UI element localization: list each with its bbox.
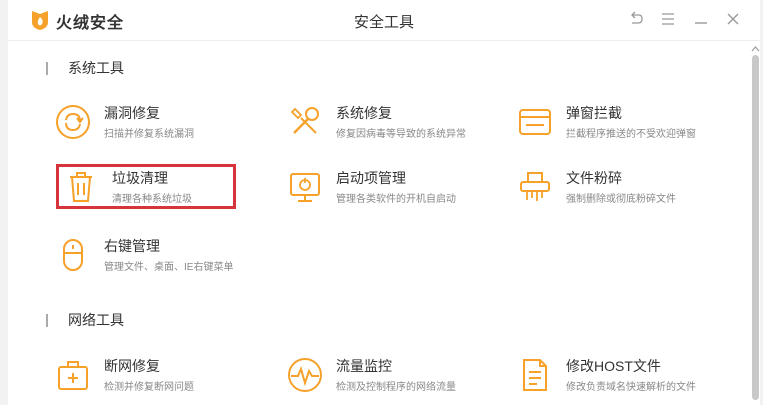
tool-popup-block[interactable]: 弹窗拦截 拦截程序推送的不受欢迎弹窗 (516, 97, 731, 149)
monitor-power-icon (290, 173, 320, 202)
section-header-network-tools: 网络工具 (46, 310, 124, 330)
tool-description: 检测并修复断网问题 (104, 382, 194, 393)
scrollbar-thumb[interactable] (752, 55, 759, 400)
tool-name: 修改HOST文件 (566, 358, 661, 374)
tool-name: 流量监控 (336, 358, 392, 374)
tool-description: 修改负责域名快速解析的文件 (566, 382, 696, 393)
tool-vulnerability-fix[interactable]: 漏洞修复 扫描并修复系统漏洞 (54, 97, 269, 149)
mouse-icon (63, 239, 83, 271)
tool-file-shredder[interactable]: 文件粉碎 强制删除或彻底粉碎文件 (516, 162, 731, 214)
tool-name: 断网修复 (104, 358, 160, 374)
popup-window-icon (519, 109, 551, 135)
tool-system-repair[interactable]: 系统修复 修复因病毒等导致的系统异常 (286, 97, 501, 149)
tool-name: 右键管理 (104, 238, 160, 254)
tool-name: 文件粉碎 (566, 170, 622, 186)
menu-icon[interactable] (659, 10, 677, 28)
huorong-logo-icon (32, 11, 48, 30)
refresh-circle-icon (56, 105, 90, 139)
back-icon[interactable] (627, 10, 645, 28)
tool-description: 检测及控制程序的网络流量 (336, 382, 456, 393)
tool-traffic-monitor[interactable]: 流量监控 检测及控制程序的网络流量 (286, 350, 501, 402)
close-icon[interactable] (724, 10, 742, 28)
wrench-screwdriver-icon (290, 107, 319, 134)
section-title: 系统工具 (68, 60, 124, 76)
tool-description: 清理各种系统垃圾 (112, 194, 192, 205)
section-marker (46, 313, 48, 327)
shredder-icon (520, 172, 550, 201)
tool-edit-host-file[interactable]: 修改HOST文件 修改负责域名快速解析的文件 (516, 350, 731, 402)
app-window: 火绒安全 安全工具 系统工具 漏洞修复 扫描并修复系统漏洞 系统修复 修复因病毒… (8, 0, 760, 405)
app-name: 火绒安全 (56, 15, 125, 32)
section-title: 网络工具 (68, 312, 124, 328)
tool-description: 拦截程序推送的不受欢迎弹窗 (566, 129, 696, 140)
tool-network-repair[interactable]: 断网修复 检测并修复断网问题 (54, 350, 269, 402)
tool-description: 修复因病毒等导致的系统异常 (336, 129, 466, 140)
tool-name: 垃圾清理 (112, 170, 168, 186)
section-header-system-tools: 系统工具 (46, 58, 124, 78)
tool-name: 弹窗拦截 (566, 105, 622, 121)
tool-junk-clean[interactable]: 垃圾清理 清理各种系统垃圾 (62, 162, 277, 214)
first-aid-kit-icon (58, 361, 88, 390)
tool-description: 扫描并修复系统漏洞 (104, 129, 194, 140)
tool-context-menu-manager[interactable]: 右键管理 管理文件、桌面、IE右键菜单 (54, 230, 269, 282)
tool-name: 启动项管理 (336, 170, 406, 186)
trash-icon (70, 172, 92, 202)
title-bar: 火绒安全 安全工具 (8, 0, 760, 41)
pulse-monitor-icon (288, 358, 322, 392)
document-icon (523, 359, 547, 391)
tool-description: 管理文件、桌面、IE右键菜单 (104, 262, 234, 273)
tool-description: 强制删除或彻底粉碎文件 (566, 194, 676, 205)
scroll-up-arrow-icon[interactable] (751, 45, 760, 53)
tool-startup-manager[interactable]: 启动项管理 管理各类软件的开机自启动 (286, 162, 501, 214)
tool-name: 系统修复 (336, 105, 392, 121)
tool-description: 管理各类软件的开机自启动 (336, 194, 456, 205)
minimize-icon[interactable] (692, 10, 710, 28)
tool-name: 漏洞修复 (104, 105, 160, 121)
section-marker (46, 61, 48, 75)
